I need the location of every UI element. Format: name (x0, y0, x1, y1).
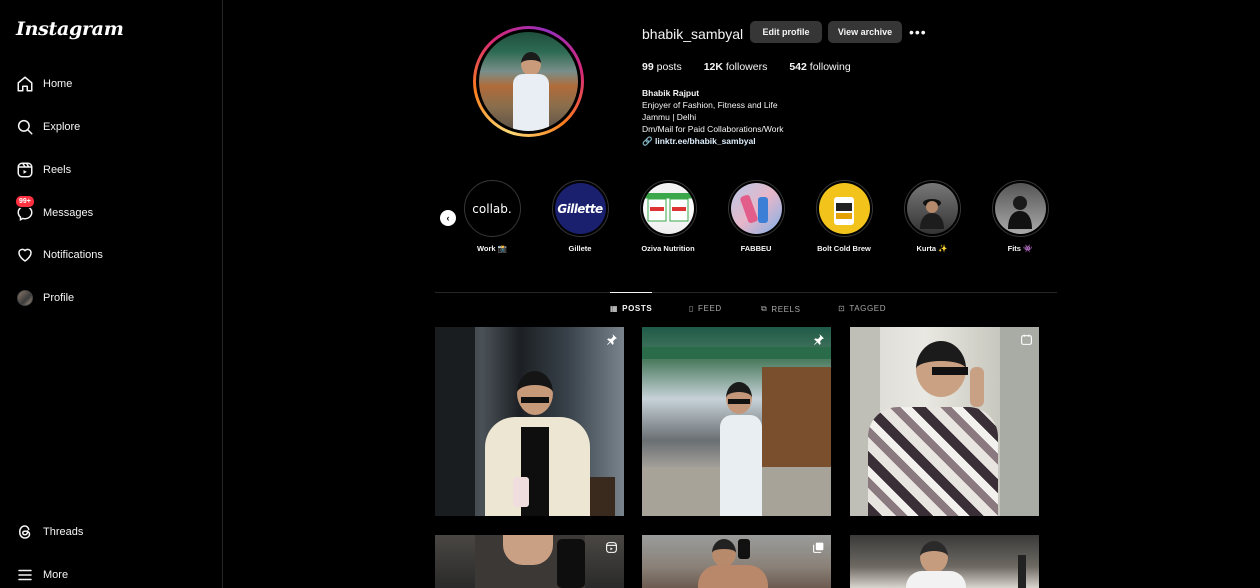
sidebar: Instagram Home Explore Reels 99+ Message… (0, 0, 223, 588)
chevron-left-icon: ‹ (446, 213, 450, 223)
sidebar-item-profile[interactable]: Profile (0, 280, 222, 316)
tagged-icon: ⊡ (838, 304, 846, 313)
search-icon (16, 118, 34, 136)
tab-feed[interactable]: ▯ FEED (689, 304, 722, 313)
sidebar-item-messages[interactable]: 99+ Messages (0, 195, 222, 231)
link-icon: 🔗 (642, 136, 653, 146)
pin-icon (605, 333, 618, 346)
grid-icon: ▦ (610, 304, 619, 313)
reel-icon (605, 541, 618, 554)
highlight-label: Oziva Nutrition (641, 244, 695, 253)
bio-line: Jammu | Delhi (642, 112, 697, 122)
sidebar-item-label: Profile (43, 292, 75, 304)
feed-icon: ▯ (689, 304, 695, 313)
followers-stat[interactable]: 12K followers (704, 61, 768, 73)
highlight-cover-image (818, 183, 870, 234)
carousel-icon (812, 541, 825, 554)
messenger-icon: 99+ (15, 195, 35, 222)
reels-icon (16, 161, 34, 179)
highlight-item[interactable]: Fits 👾 (990, 180, 1050, 253)
tab-reels[interactable]: ⧉ REELS (761, 304, 801, 314)
post-tile[interactable] (850, 327, 1039, 516)
tab-tagged[interactable]: ⊡ TAGGED (838, 304, 886, 313)
sidebar-item-label: Explore (43, 121, 81, 133)
sidebar-item-notifications[interactable]: Notifications (0, 237, 222, 273)
post-tile[interactable] (642, 535, 831, 588)
sidebar-item-label: Home (43, 78, 73, 90)
highlight-cover-image (642, 183, 694, 234)
edit-profile-button[interactable]: Edit profile (750, 21, 822, 43)
sidebar-item-home[interactable]: Home (0, 66, 222, 102)
highlight-item[interactable]: Gillette Gillete (550, 180, 610, 253)
home-icon (16, 75, 34, 93)
messages-badge: 99+ (15, 195, 35, 208)
highlight-cover-image (994, 183, 1046, 234)
clip-icon (1020, 333, 1033, 346)
threads-icon (16, 523, 34, 541)
profile-picture (479, 32, 578, 131)
highlight-label: Kurta ✨ (916, 244, 948, 253)
instagram-logo[interactable]: Instagram (16, 18, 124, 40)
highlight-item[interactable]: Bolt Cold Brew (814, 180, 874, 253)
highlight-label: FABBEU (740, 244, 772, 253)
highlight-label: Bolt Cold Brew (817, 244, 871, 253)
avatar (16, 289, 34, 307)
bio-link[interactable]: 🔗 linktr.ee/bhabik_sambyal (642, 135, 784, 147)
post-tile[interactable] (850, 535, 1039, 588)
sidebar-item-reels[interactable]: Reels (0, 152, 222, 188)
highlight-item[interactable]: FABBEU (726, 180, 786, 253)
options-icon[interactable]: ••• (909, 24, 927, 40)
highlight-label: Work 📸 (476, 244, 508, 253)
heart-icon (16, 246, 34, 264)
sidebar-item-label: More (43, 569, 69, 581)
bio-line: Enjoyer of Fashion, Fitness and Life (642, 100, 778, 110)
highlight-label: Fits 👾 (1007, 244, 1033, 253)
highlight-item[interactable]: Kurta ✨ (902, 180, 962, 253)
highlight-label: Gillete (568, 244, 592, 253)
profile-stats: 99 posts 12K followers 542 following (642, 61, 873, 73)
highlights-prev-button[interactable]: ‹ (440, 210, 456, 226)
following-stat[interactable]: 542 following (789, 61, 850, 73)
sidebar-item-threads[interactable]: Threads (0, 514, 222, 550)
sidebar-item-more[interactable]: More (0, 557, 222, 588)
sidebar-item-label: Reels (43, 164, 72, 176)
highlight-cover-text: Gillette (557, 201, 603, 216)
sidebar-item-label: Notifications (43, 249, 103, 261)
highlight-cover-image (730, 183, 782, 234)
post-tile[interactable] (642, 327, 831, 516)
section-divider (435, 292, 1057, 293)
post-tile[interactable] (435, 535, 624, 588)
highlight-item[interactable]: collab. Work 📸 (462, 180, 522, 253)
profile-picture-story-ring[interactable] (473, 26, 584, 137)
reels-icon: ⧉ (761, 304, 768, 313)
menu-icon (16, 566, 34, 584)
posts-stat: 99 posts (642, 61, 682, 73)
tab-posts[interactable]: ▦ POSTS (610, 292, 653, 313)
sidebar-item-explore[interactable]: Explore (0, 109, 222, 145)
bio-line: Dm/Mail for Paid Collaborations/Work (642, 124, 784, 134)
sidebar-item-label: Messages (43, 207, 94, 219)
profile-full-name: Bhabik Rajput (642, 88, 700, 98)
sidebar-item-label: Threads (43, 526, 84, 538)
view-archive-button[interactable]: View archive (828, 21, 902, 43)
profile-bio: Bhabik Rajput Enjoyer of Fashion, Fitnes… (642, 87, 784, 147)
post-tile[interactable] (435, 327, 624, 516)
highlight-cover-text: collab. (472, 201, 512, 216)
pin-icon (812, 333, 825, 346)
profile-username: bhabik_sambyal (642, 26, 744, 42)
highlight-cover-image (906, 183, 958, 234)
highlight-item[interactable]: Oziva Nutrition (638, 180, 698, 253)
